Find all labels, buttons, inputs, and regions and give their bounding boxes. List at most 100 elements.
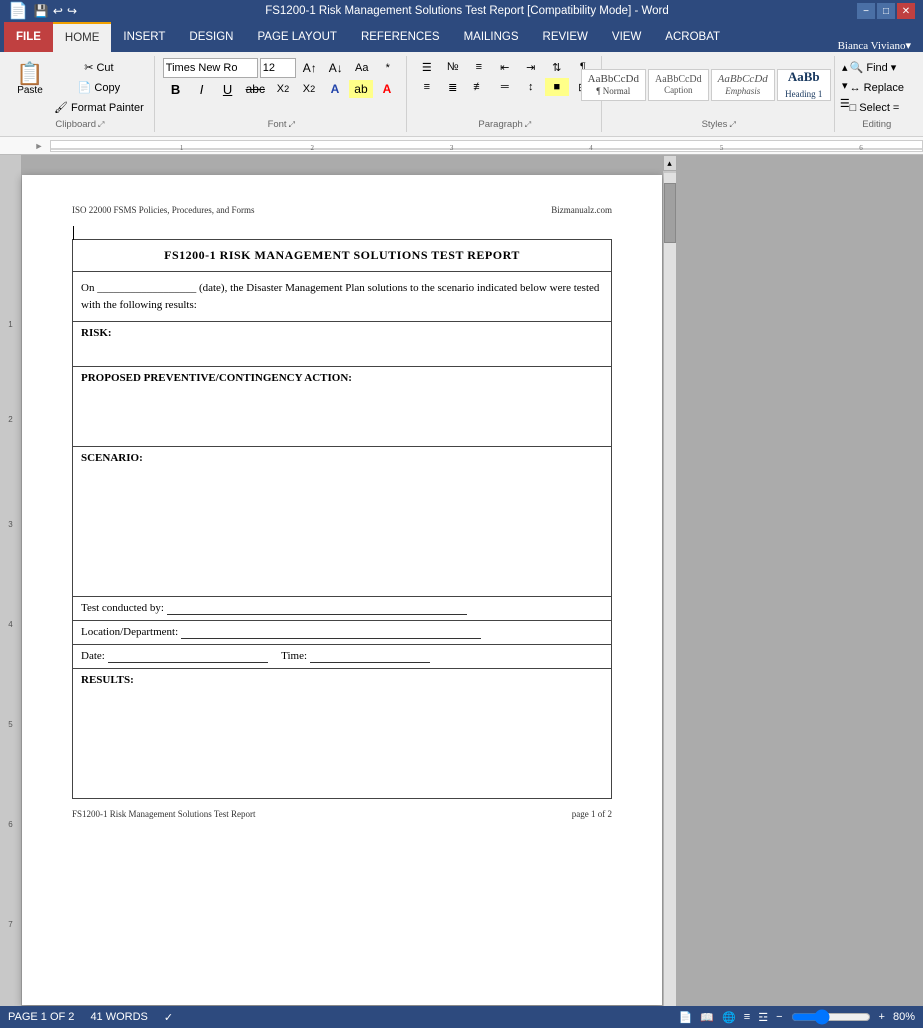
style-caption[interactable]: AaBbCcDdCaption <box>648 69 709 101</box>
text-effects-button[interactable]: A <box>323 80 347 98</box>
risk-row: RISK: <box>73 322 612 367</box>
font-color-button[interactable]: A <box>375 80 399 98</box>
change-case-button[interactable]: Aa <box>350 59 374 77</box>
line-spacing-button[interactable]: ↕ <box>519 78 543 96</box>
tab-mailings[interactable]: MAILINGS <box>452 22 531 52</box>
increase-indent-button[interactable]: ⇥ <box>519 58 543 76</box>
view-outline-icon[interactable]: ≡ <box>744 1011 750 1023</box>
font-size-input[interactable] <box>260 58 296 78</box>
find-icon: 🔍 <box>850 61 864 74</box>
multilevel-list-button[interactable]: ≡ <box>467 58 491 76</box>
italic-button[interactable]: I <box>190 80 214 98</box>
tab-design[interactable]: DESIGN <box>177 22 245 52</box>
window-title: FS1200-1 Risk Management Solutions Test … <box>77 5 857 17</box>
font-name-input[interactable] <box>163 58 258 78</box>
select-icon: □ <box>850 102 857 114</box>
copy-button[interactable]: 📄 Copy <box>50 79 148 97</box>
view-full-read-icon[interactable]: 📖 <box>700 1011 714 1024</box>
superscript-button[interactable]: X2 <box>297 80 321 98</box>
minimize-button[interactable]: − <box>857 3 875 19</box>
clear-formatting-button[interactable]: * <box>376 59 400 77</box>
strikethrough-button[interactable]: abc <box>242 80 269 98</box>
test-conducted-field <box>167 602 467 615</box>
test-conducted-label: Test conducted by: <box>81 602 167 614</box>
paste-icon: 📋 <box>16 63 43 85</box>
quick-access: 💾 ↩ ↪ <box>34 4 77 18</box>
sort-button[interactable]: ⇅ <box>545 58 569 76</box>
replace-button[interactable]: ↔ Replace <box>843 79 911 97</box>
styles-expand-icon[interactable]: ⤢ <box>729 120 735 130</box>
proofing-icon[interactable]: ✓ <box>164 1011 173 1024</box>
tab-file[interactable]: FILE <box>4 22 53 52</box>
tab-home[interactable]: HOME <box>53 22 112 52</box>
paste-button[interactable]: 📋 Paste <box>12 58 48 100</box>
zoom-in-button[interactable]: + <box>879 1011 885 1023</box>
tab-review[interactable]: REVIEW <box>531 22 600 52</box>
zoom-level: 80% <box>893 1011 915 1023</box>
location-row: Location/Department: <box>73 621 612 645</box>
numbering-button[interactable]: № <box>441 58 465 76</box>
svg-text:2: 2 <box>311 144 315 152</box>
bold-button[interactable]: B <box>164 80 188 98</box>
tab-references[interactable]: REFERENCES <box>349 22 452 52</box>
scroll-thumb[interactable] <box>664 183 676 243</box>
user-area[interactable]: Bianca Viviano ▾ <box>838 39 919 52</box>
tab-acrobat[interactable]: ACROBAT <box>653 22 732 52</box>
scroll-up-button[interactable]: ▴ <box>663 155 677 171</box>
ruler-bar: 1 2 3 4 5 6 <box>50 140 923 152</box>
ribbon-toolbar: 📋 Paste ✂ Cut 📄 Copy 🖌 Format Painter Cl… <box>0 52 923 137</box>
select-button[interactable]: □ Select = <box>843 99 911 117</box>
align-left-button[interactable]: ≡ <box>415 78 439 96</box>
tab-page-layout[interactable]: PAGE LAYOUT <box>245 22 348 52</box>
svg-text:6: 6 <box>859 144 863 152</box>
style-heading1[interactable]: AaBbHeading 1 <box>777 69 831 101</box>
font-grow-button[interactable]: A↑ <box>298 59 322 77</box>
tab-view[interactable]: VIEW <box>600 22 653 52</box>
header-left: ISO 22000 FSMS Policies, Procedures, and… <box>72 205 255 215</box>
doc-container: 1 2 3 4 5 6 7 8 ISO 22000 FSMS Policies,… <box>0 155 923 1025</box>
clipboard-expand-icon[interactable]: ⤢ <box>98 120 104 130</box>
results-label: RESULTS: <box>81 674 134 686</box>
highlight-button[interactable]: ab <box>349 80 373 98</box>
shading-button[interactable]: ■ <box>545 78 569 96</box>
view-web-icon[interactable]: 🌐 <box>722 1011 736 1024</box>
location-label: Location/Department: <box>81 626 178 638</box>
footer-left: FS1200-1 Risk Management Solutions Test … <box>72 809 255 819</box>
report-title: FS1200-1 RISK MANAGEMENT SOLUTIONS TEST … <box>73 240 612 272</box>
subscript-button[interactable]: X2 <box>271 80 295 98</box>
view-draft-icon[interactable]: ☲ <box>758 1011 768 1024</box>
zoom-out-button[interactable]: − <box>776 1011 782 1023</box>
font-group: A↑ A↓ Aa * B I U abc X2 X2 A ab A Font ⤢ <box>157 56 407 132</box>
style-normal[interactable]: AaBbCcDd¶ Normal <box>581 69 646 101</box>
cursor-position <box>72 225 612 235</box>
underline-button[interactable]: U <box>216 80 240 98</box>
time-label: Time: <box>281 650 307 662</box>
font-shrink-button[interactable]: A↓ <box>324 59 348 77</box>
paragraph-expand-icon[interactable]: ⤢ <box>525 120 531 130</box>
close-button[interactable]: ✕ <box>897 3 915 19</box>
align-center-button[interactable]: ≣ <box>441 78 465 96</box>
align-right-button[interactable]: ≢ <box>467 78 491 96</box>
bullets-button[interactable]: ☰ <box>415 58 439 76</box>
decrease-indent-button[interactable]: ⇤ <box>493 58 517 76</box>
font-expand-icon[interactable]: ⤢ <box>289 120 295 130</box>
svg-text:1: 1 <box>180 144 184 152</box>
svg-text:5: 5 <box>720 144 724 152</box>
zoom-slider[interactable] <box>791 1013 871 1021</box>
style-emphasis[interactable]: AaBbCcDdEmphasis <box>711 69 775 101</box>
justify-button[interactable]: ═ <box>493 78 517 96</box>
paragraph-group: ☰ № ≡ ⇤ ⇥ ⇅ ¶ ≡ ≣ ≢ ═ ↕ ■ ⊞ Paragraph ⤢ <box>409 56 602 132</box>
tab-insert[interactable]: INSERT <box>111 22 177 52</box>
document-area: ISO 22000 FSMS Policies, Procedures, and… <box>22 155 662 1025</box>
page-header: ISO 22000 FSMS Policies, Procedures, and… <box>72 205 612 215</box>
date-time-row: Date: Time: <box>73 645 612 669</box>
report-table: FS1200-1 RISK MANAGEMENT SOLUTIONS TEST … <box>72 239 612 799</box>
maximize-button[interactable]: □ <box>877 3 895 19</box>
cut-button[interactable]: ✂ Cut <box>50 59 148 77</box>
page-footer: FS1200-1 Risk Management Solutions Test … <box>72 809 612 819</box>
view-print-icon[interactable]: 📄 <box>679 1011 693 1024</box>
format-painter-button[interactable]: 🖌 Format Painter <box>50 99 148 117</box>
replace-icon: ↔ <box>850 82 861 94</box>
find-button[interactable]: 🔍 Find ▾ <box>843 58 911 77</box>
title-bar: 📄 💾 ↩ ↪ FS1200-1 Risk Management Solutio… <box>0 0 923 22</box>
